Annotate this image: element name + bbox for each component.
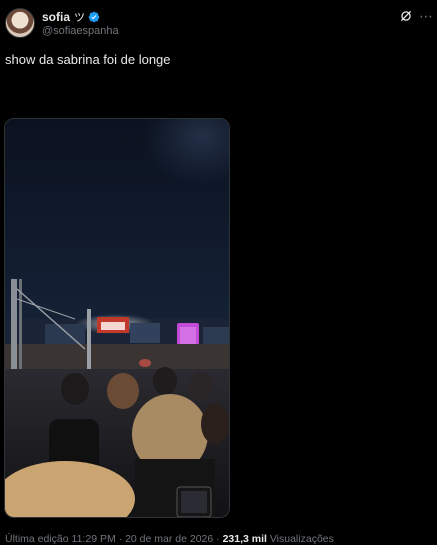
meta-separator: ·	[118, 533, 123, 545]
concert-photo	[5, 119, 229, 517]
tweet-time[interactable]: 11:29 PM	[72, 533, 116, 545]
edited-label[interactable]: Última edição	[5, 533, 69, 545]
tweet-text: show da sabrina foi de longe	[5, 52, 171, 67]
views-count: 231,3 mil	[222, 533, 267, 545]
author-display-name[interactable]: sofia	[42, 10, 70, 24]
tweet-media-photo[interactable]	[4, 118, 230, 518]
author-handle[interactable]: @sofiaespanha	[42, 25, 119, 37]
author-name-row[interactable]: sofia ツ	[42, 9, 100, 25]
tweet-date[interactable]: 20 de mar de 2026	[125, 533, 213, 545]
views-label: Visualizações	[269, 533, 334, 545]
grok-icon[interactable]	[399, 9, 413, 23]
tweet-header: sofia ツ @sofiaespanha ⋯	[0, 0, 437, 48]
meta-separator-2: ·	[216, 533, 220, 545]
verified-badge-icon	[88, 11, 100, 23]
author-name-emoji: ツ	[74, 12, 86, 24]
avatar[interactable]	[5, 8, 35, 38]
tweet-meta-footer: Última edição 11:29 PM · 20 de mar de 20…	[5, 533, 334, 545]
more-icon[interactable]: ⋯	[419, 8, 433, 25]
